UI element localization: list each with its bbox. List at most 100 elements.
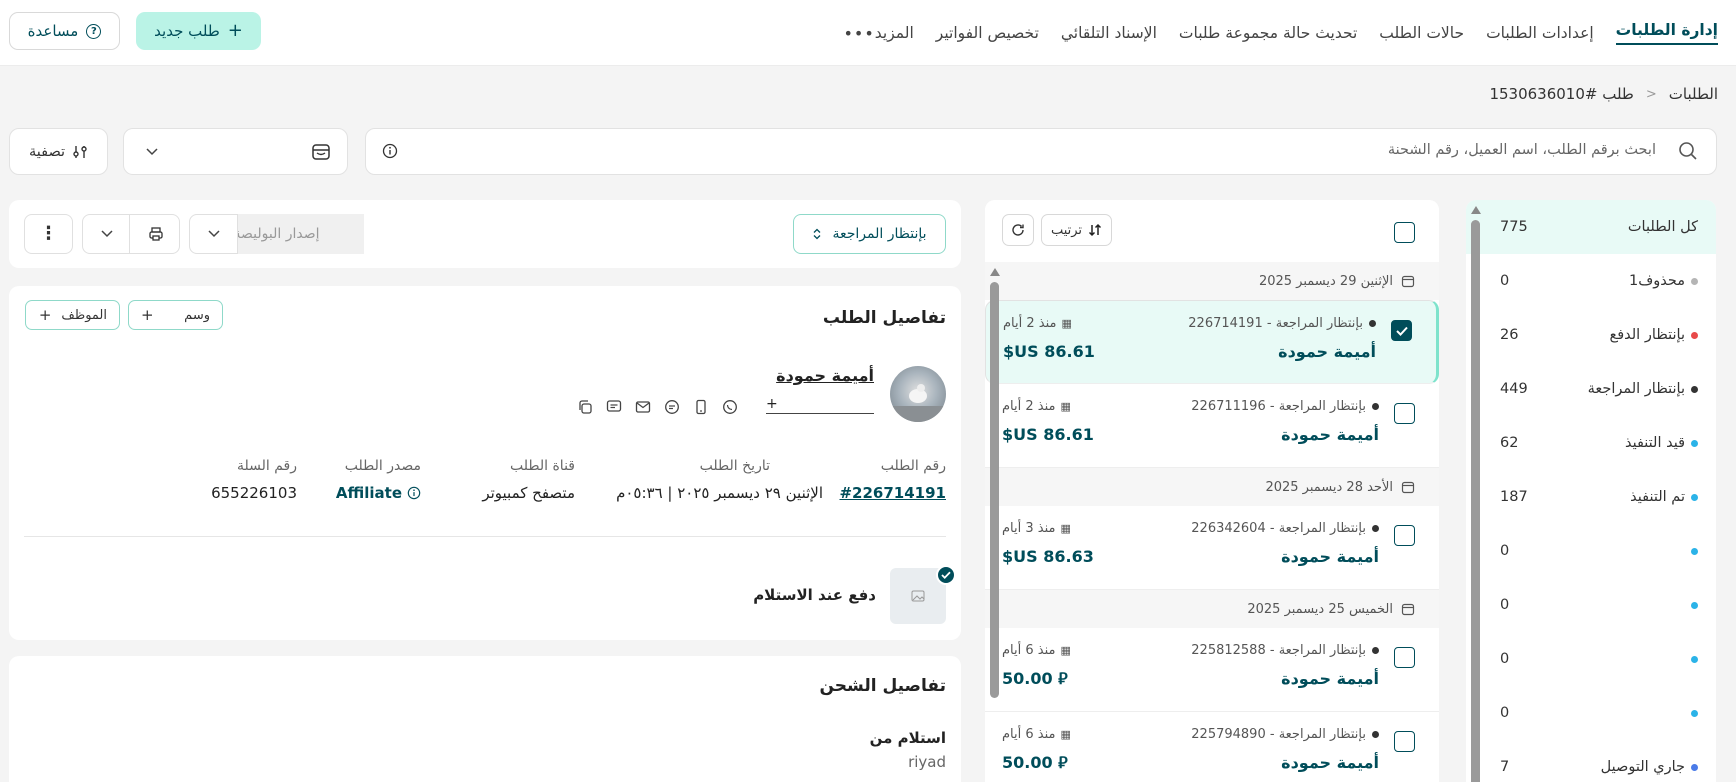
order-details-panel: تفاصيل الطلب وسم + الموظف + أميمة حمودة …: [9, 286, 961, 640]
sort-button[interactable]: ترتيب: [1041, 214, 1112, 246]
order-row[interactable]: بإنتظار المراجعة - 225794890 أميمة حمودة…: [985, 712, 1439, 782]
mobile-icon[interactable]: [693, 399, 709, 415]
tab-bulk-status-update[interactable]: تحديث حالة مجموعة طلبات: [1179, 0, 1357, 66]
plus-icon: +: [227, 20, 243, 41]
date-group-header: الأحد 28 ديسمبر 2025: [985, 468, 1439, 506]
status-dot: [1691, 655, 1698, 663]
status-item-completed[interactable]: تم التنفيذ 187: [1466, 470, 1716, 524]
store-icon: [312, 144, 330, 160]
tab-more[interactable]: المزيد •••: [837, 0, 913, 66]
order-checkbox[interactable]: [1394, 731, 1415, 752]
breadcrumb: الطلبات < طلب #1530636010: [1489, 85, 1718, 103]
order-row[interactable]: بإنتظار المراجعة - 226342604 أميمة حمودة…: [985, 506, 1439, 590]
field-label: رقم السلة: [236, 458, 297, 474]
assign-employee-button[interactable]: الموظف +: [25, 300, 120, 330]
shipping-details-panel: تفاصيل الشحن استلام من riyad: [9, 656, 961, 782]
refresh-button[interactable]: [1002, 214, 1034, 246]
status-item-delivering[interactable]: جاري التوصيل 7: [1466, 740, 1716, 782]
copy-icon[interactable]: [577, 399, 593, 415]
sort-icon: [1089, 223, 1102, 237]
search-icon: [1679, 142, 1697, 160]
list-scrollbar[interactable]: [990, 282, 999, 698]
search-input[interactable]: ابحث برقم الطلب، اسم العميل، رقم الشحنة: [365, 128, 1717, 175]
select-all-checkbox[interactable]: [1394, 222, 1415, 243]
order-checkbox[interactable]: [1394, 647, 1415, 668]
status-dot: [1691, 493, 1698, 501]
waybill-options-dropdown[interactable]: [189, 214, 238, 254]
field-label: تاريخ الطلب: [699, 458, 770, 474]
print-button[interactable]: [82, 214, 180, 254]
calendar-icon: ▦: [1060, 400, 1071, 413]
list-header: ترتيب: [985, 200, 1439, 262]
customer-name-link[interactable]: أميمة حمودة: [776, 366, 874, 385]
whatsapp-icon[interactable]: [722, 399, 738, 415]
status-item-deleted[interactable]: محذوف1 0: [1466, 254, 1716, 308]
avatar: [890, 366, 946, 422]
order-channel-value: متصفح كمبيوتر: [482, 484, 575, 502]
store-select[interactable]: [123, 128, 348, 175]
calendar-icon: ▦: [1060, 728, 1071, 741]
email-icon[interactable]: [635, 399, 651, 415]
sms-icon[interactable]: [606, 399, 622, 415]
status-item-unnamed[interactable]: 0: [1466, 686, 1716, 740]
calendar-icon: [1401, 275, 1415, 288]
field-label: قناة الطلب: [510, 458, 575, 474]
status-item-awaiting-payment[interactable]: بإنتظار الدفع 26: [1466, 308, 1716, 362]
tab-auto-assign[interactable]: الإسناد التلقائي: [1061, 0, 1157, 66]
status-dot: [1369, 320, 1376, 327]
printer-icon: [149, 227, 163, 241]
tab-invoice-customization[interactable]: تخصيص الفواتير: [936, 0, 1039, 66]
status-item-all[interactable]: كل الطلبات 775: [1466, 200, 1716, 254]
check-icon: [1395, 326, 1408, 336]
status-dot: [1691, 709, 1698, 717]
more-dots-icon: •••: [843, 23, 875, 43]
kebab-menu-icon: ⋮: [39, 223, 58, 244]
breadcrumb-root[interactable]: الطلبات: [1669, 85, 1718, 103]
scroll-up-arrow-icon[interactable]: [1471, 206, 1481, 214]
add-tag-button[interactable]: وسم +: [128, 300, 223, 330]
section-title: تفاصيل الشحن: [819, 676, 946, 696]
status-sidebar: كل الطلبات 775 محذوف1 0 بإنتظار الدفع 26 بإ…: [1466, 200, 1716, 782]
more-options-button[interactable]: ⋮: [24, 214, 73, 254]
status-dot: [1691, 331, 1698, 339]
order-row[interactable]: بإنتظار المراجعة - 226711196 أميمة حمودة…: [985, 384, 1439, 468]
cart-number-value: 655226103: [211, 484, 297, 502]
info-icon[interactable]: [407, 486, 421, 500]
order-checkbox[interactable]: [1391, 320, 1412, 341]
scroll-up-arrow-icon[interactable]: [990, 268, 1000, 276]
image-placeholder-icon: [911, 590, 925, 602]
tab-order-management[interactable]: إدارة الطلبات: [1615, 0, 1718, 66]
calendar-icon: ▦: [1060, 522, 1071, 535]
status-dot: [1691, 547, 1698, 555]
filter-button[interactable]: تصفية: [9, 128, 108, 175]
tab-order-statuses[interactable]: حالات الطلب: [1379, 0, 1464, 66]
status-item-unnamed[interactable]: 0: [1466, 632, 1716, 686]
order-number-link[interactable]: #226714191: [839, 484, 946, 502]
order-source-value: Affiliate: [335, 484, 402, 502]
order-checkbox[interactable]: [1394, 403, 1415, 424]
status-item-in-progress[interactable]: قيد التنفيذ 62: [1466, 416, 1716, 470]
status-dot: [1691, 439, 1698, 447]
status-item-unnamed[interactable]: 0: [1466, 578, 1716, 632]
chat-icon[interactable]: [664, 399, 680, 415]
status-item-unnamed[interactable]: 0: [1466, 524, 1716, 578]
status-dot: [1691, 277, 1698, 285]
new-order-button[interactable]: + طلب جديد: [136, 12, 261, 50]
order-status-dropdown[interactable]: بإنتظار المراجعة: [793, 214, 946, 254]
status-item-awaiting-review[interactable]: بإنتظار المراجعة 449: [1466, 362, 1716, 416]
order-row[interactable]: بإنتظار المراجعة - 225812588 أميمة حمودة…: [985, 628, 1439, 712]
order-row[interactable]: بإنتظار المراجعة - 226714191 أميمة حمودة…: [985, 300, 1439, 384]
chevron-left-icon: <: [1645, 86, 1657, 102]
date-group-header: الخميس 25 ديسمبر 2025: [985, 590, 1439, 628]
order-checkbox[interactable]: [1394, 525, 1415, 546]
breadcrumb-current: طلب #1530636010: [1489, 85, 1634, 103]
add-contact-link[interactable]: +: [766, 396, 874, 414]
status-scrollbar[interactable]: [1471, 220, 1480, 782]
help-button[interactable]: ? مساعدة: [9, 12, 120, 50]
nav-tabs: إدارة الطلبات إعدادات الطلبات حالات الطل…: [837, 0, 1718, 66]
tab-order-settings[interactable]: إعدادات الطلبات: [1486, 0, 1594, 66]
orders-list: ترتيب الإثنين 29 ديسمبر 2025 بإنتظار الم…: [985, 200, 1439, 782]
pickup-label: استلام من: [869, 729, 946, 747]
status-dot: [1691, 385, 1698, 393]
chevron-down-icon: [207, 230, 220, 238]
